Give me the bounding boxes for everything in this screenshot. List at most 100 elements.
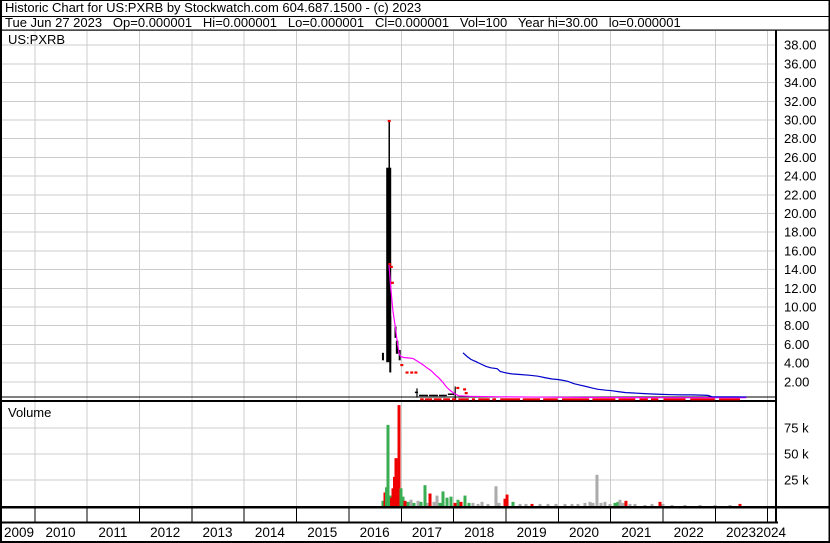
volume-tick-label: 25 k: [784, 473, 809, 488]
price-bar: [388, 120, 390, 170]
volume-bar: [476, 503, 480, 506]
price-tick-label: 22.00: [784, 187, 817, 202]
volume-bar: [628, 503, 632, 506]
volume-bar: [595, 474, 599, 506]
close-dash: [492, 398, 497, 401]
volume-bar: [486, 503, 490, 506]
price-tick-label: 38.00: [784, 38, 817, 53]
volume-bar: [643, 504, 647, 506]
year-label: 2012: [150, 525, 180, 540]
volume-bar: [608, 503, 612, 506]
volume-bar: [441, 491, 445, 506]
volume-bar: [576, 503, 580, 506]
year-label: 2009: [4, 525, 34, 540]
close-mark: [390, 281, 394, 284]
volume-bar: [624, 500, 628, 506]
stockwatch-chart-window: Historic Chart for US:PXRB by Stockwatch…: [0, 0, 830, 543]
volume-bar: [618, 499, 622, 506]
close-dash: [433, 398, 442, 401]
year-label: 2020: [569, 525, 599, 540]
volume-bar: [583, 502, 587, 506]
close-dash: [420, 398, 424, 401]
price-dash: [438, 394, 447, 397]
price-tick-label: 36.00: [784, 56, 817, 71]
volume-bar: [511, 501, 515, 506]
price-tick-label: 20.00: [784, 206, 817, 221]
volume-panel-top-border: [0, 400, 777, 402]
close-dash: [618, 398, 636, 401]
close-dash: [424, 398, 433, 401]
close-mark: [456, 386, 460, 390]
year-label: 2015: [307, 525, 337, 540]
volume-bar: [728, 504, 732, 506]
close-mark: [388, 262, 392, 266]
volume-bar: [633, 503, 637, 506]
volume-tick-label: 75 k: [784, 421, 809, 436]
volume-bar: [613, 502, 617, 506]
price-dash: [414, 391, 419, 394]
price-tick-label: 14.00: [784, 262, 817, 277]
volume-panel-bottom-border: [0, 506, 830, 509]
close-dash: [639, 398, 648, 401]
volume-bar: [713, 504, 717, 506]
price-tick-label: 18.00: [784, 225, 817, 240]
close-dash: [500, 398, 521, 401]
close-dash: [690, 398, 715, 401]
volume-bar: [658, 501, 662, 506]
price-tick-label: 32.00: [784, 94, 817, 109]
price-tick-label: 24.00: [784, 169, 817, 184]
year-label: 2023: [726, 525, 756, 540]
close-dash: [592, 398, 616, 401]
year-label: 2013: [203, 525, 233, 540]
year-label: 2021: [621, 525, 651, 540]
price-panel-top-border: [0, 29, 830, 31]
year-label: 2017: [412, 525, 442, 540]
volume-bar: [621, 502, 625, 506]
x-axis-line: [0, 521, 778, 524]
close-dash: [663, 398, 686, 401]
price-tick-label: 2.00: [784, 374, 809, 389]
price-dash: [429, 394, 438, 397]
close-mark: [410, 371, 414, 374]
close-dash: [719, 398, 740, 401]
volume-bar: [505, 494, 509, 506]
volume-bar: [738, 503, 742, 506]
volume-bar: [435, 495, 439, 506]
price-bar: [454, 386, 456, 399]
volume-tick-label: 50 k: [784, 447, 809, 462]
close-dash: [650, 398, 659, 401]
volume-bar: [650, 503, 654, 506]
header-separator: [0, 16, 830, 17]
volume-bar: [412, 502, 416, 506]
volume-label: Volume: [8, 405, 51, 420]
volume-bar: [438, 502, 442, 506]
volume-bar: [530, 503, 534, 506]
year-label: 2022: [674, 525, 704, 540]
close-dash: [471, 398, 476, 401]
year-label: 2011: [98, 525, 127, 540]
close-dash: [543, 398, 558, 401]
price-tick-label: 16.00: [784, 243, 817, 258]
close-mark: [400, 363, 404, 367]
year-label: 2018: [464, 525, 494, 540]
volume-bar: [698, 504, 702, 506]
close-mark: [405, 371, 409, 374]
volume-bar: [453, 502, 457, 506]
volume-bar: [471, 502, 475, 506]
volume-bar: [524, 503, 528, 506]
volume-bar: [386, 424, 390, 506]
volume-bar: [563, 503, 567, 506]
volume-bar: [497, 502, 501, 506]
year-label: 2016: [360, 525, 390, 540]
year-label: 2024: [756, 525, 787, 540]
volume-bar: [661, 503, 665, 506]
volume-bar: [456, 499, 460, 506]
close-mark: [463, 388, 467, 391]
window-top-border: [0, 0, 830, 1]
volume-bar: [419, 501, 423, 506]
close-dash: [561, 398, 590, 401]
volume-bar: [406, 501, 410, 506]
price-tick-label: 28.00: [784, 131, 817, 146]
close-mark: [389, 265, 393, 268]
close-mark: [387, 119, 391, 123]
